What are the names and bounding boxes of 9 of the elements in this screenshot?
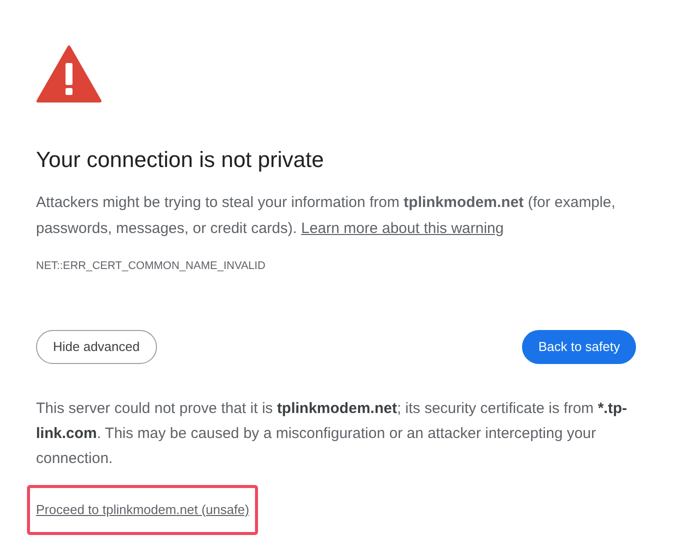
- back-to-safety-button[interactable]: Back to safety: [522, 330, 636, 364]
- page-title: Your connection is not private: [36, 146, 325, 174]
- details-text: This server could not prove that it is tplinkmodem.net; its security certificate is from *.tp-link.com. This may be caused by a misconfiguration or an attacker intercepting your connection.: [36, 398, 628, 468]
- error-code: NET::ERR_CERT_COMMON_NAME_INVALID: [36, 259, 266, 274]
- hide-advanced-button[interactable]: Hide advanced: [36, 330, 157, 364]
- warning-description: Attackers might be trying to steal your information from tplinkmodem.net (for example, passwords, messages, or credit cards). Learn more about this warning: [36, 193, 616, 239]
- warning-icon: [36, 45, 102, 103]
- learn-more-link[interactable]: Learn more about this warning: [301, 220, 504, 237]
- proceed-link[interactable]: Proceed to tplinkmodem.net (unsafe): [36, 502, 250, 516]
